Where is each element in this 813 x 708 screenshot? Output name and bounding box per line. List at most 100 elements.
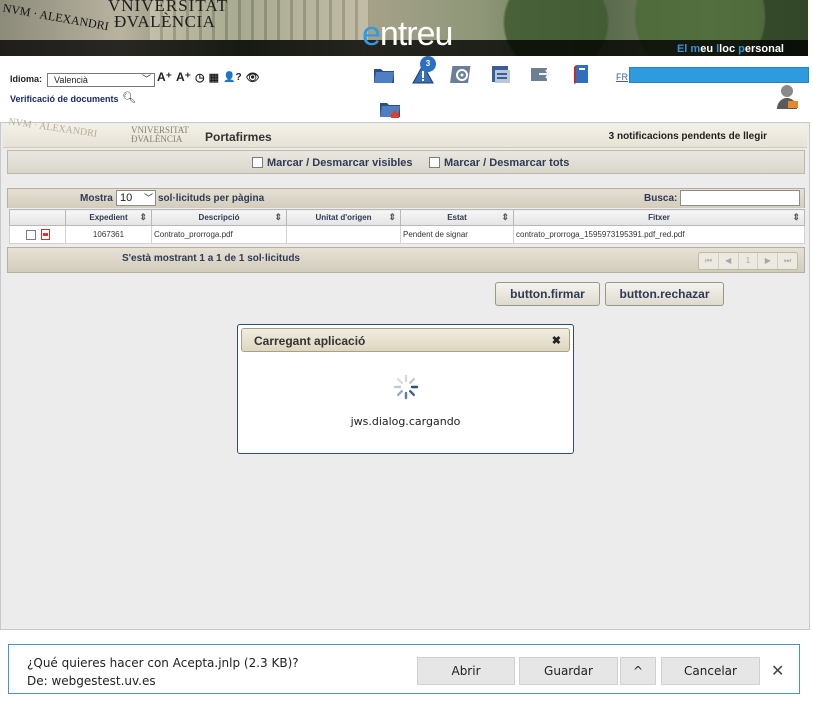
cell-fitxer[interactable]: contrato_prorroga_1595973195391.pdf_red.… <box>513 225 805 244</box>
mark-visible-label[interactable]: Marcar / Desmarcar visibles <box>267 157 413 169</box>
idioma-select[interactable]: Valencià ﹀ <box>47 73 155 87</box>
download-bar: ¿Qué quieres hacer con Acepta.jnlp (2.3 … <box>8 644 800 694</box>
grid-footer: S'està mostrant 1 a 1 de 1 sol·licituds … <box>7 247 805 273</box>
verificacio-link[interactable]: Verificació de documents <box>10 94 119 104</box>
banner-tagline: El meu lloc personal <box>677 43 784 55</box>
cell-estat: Pendent de signar <box>400 225 514 244</box>
download-question: ¿Qué quieres hacer con Acepta.jnlp (2.3 … <box>27 656 299 670</box>
eye-icon[interactable]: 👁 <box>246 71 260 84</box>
col-label: Unitat d'origen <box>315 213 372 222</box>
cancel-button[interactable]: Cancelar <box>661 657 760 685</box>
col-estat[interactable]: Estat ⇕ <box>400 209 514 226</box>
user-icon[interactable] <box>776 84 800 110</box>
user-help-icon[interactable]: 👤? <box>223 72 242 83</box>
table-header-row: Expedient ⇕ Descripció ⇕ Unitat d'origen ⇕ … <box>9 209 805 226</box>
personal-search-field[interactable] <box>629 67 809 83</box>
close-icon[interactable]: ✖ <box>552 334 561 347</box>
table-row[interactable]: 1067361 Contrato_prorroga.pdf Pendent de… <box>9 225 805 244</box>
mark-all-label[interactable]: Marcar / Desmarcar tots <box>444 157 569 169</box>
firmar-button[interactable]: button.firmar <box>495 282 600 306</box>
sort-icon: ⇕ <box>139 212 147 222</box>
save-options-button[interactable]: ^ <box>620 657 656 685</box>
settings-icon[interactable] <box>450 62 474 86</box>
dialog-title: Carregant aplicació <box>254 334 366 348</box>
per-page-value: 10 <box>120 192 133 204</box>
prev-page-icon[interactable]: ◀ <box>719 253 739 269</box>
col-expedient[interactable]: Expedient ⇕ <box>65 209 152 226</box>
calendar-icon[interactable]: ▦ <box>209 71 219 84</box>
mostra-label: Mostra <box>80 193 113 204</box>
uni-line2: ÐVALÈNCIA <box>131 134 183 144</box>
book-icon[interactable] <box>571 62 595 86</box>
requests-table: Expedient ⇕ Descripció ⇕ Unitat d'origen ⇕ … <box>9 209 805 244</box>
first-page-icon[interactable]: ⏮ <box>699 253 719 269</box>
header-controls: Idioma: Valencià ﹀ A⁺ A⁺ ◷ ▦ 👤? 👁 Verific… <box>0 56 813 122</box>
col-label: Estat <box>447 213 467 222</box>
tagline-part: eu <box>700 43 717 55</box>
mark-all-checkbox[interactable] <box>429 157 440 168</box>
col-unitat[interactable]: Unitat d'origen ⇕ <box>286 209 401 226</box>
logo-line2: ÐVALÈNCIA <box>114 12 216 31</box>
folder-icon[interactable] <box>372 62 396 86</box>
search-icon[interactable]: 🔍︎ <box>122 91 136 104</box>
grid-toolbar: Mostra 10 ﹀ sol·licituds per pàgina Busca… <box>7 188 805 208</box>
send-icon[interactable] <box>529 62 553 86</box>
idioma-label: Idioma: <box>10 74 43 84</box>
loading-dialog: Carregant aplicació ✖ jws.dialog.cargand… <box>237 324 574 454</box>
per-page-select[interactable]: 10 ﹀ <box>116 190 156 206</box>
col-label: Descripció <box>198 213 240 222</box>
pager: ⏮ ◀ 1 ▶ ⏭ <box>698 252 798 270</box>
sort-icon: ⇕ <box>501 212 509 222</box>
chevron-up-icon: ^ <box>632 664 644 678</box>
col-select <box>9 209 66 226</box>
chevron-down-icon: ﹀ <box>141 74 151 84</box>
mark-bar: Marcar / Desmarcar visibles Marcar / Des… <box>7 150 805 174</box>
download-source: De: webgestest.uv.es <box>27 674 156 688</box>
col-label: Fitxer <box>648 213 670 222</box>
rechazar-button[interactable]: button.rechazar <box>605 282 724 306</box>
clock-icon[interactable]: ◷ <box>195 71 205 84</box>
pdf-icon[interactable] <box>40 229 50 240</box>
page-number[interactable]: 1 <box>739 253 759 269</box>
dialog-message: jws.dialog.cargando <box>350 415 461 428</box>
cell-expedient: 1067361 <box>65 225 152 244</box>
pagination-info: S'està mostrant 1 a 1 de 1 sol·licituds <box>122 253 300 264</box>
last-page-icon[interactable]: ⏭ <box>778 253 797 269</box>
inbox-icon[interactable] <box>489 62 513 86</box>
font-increase-alt-icon[interactable]: A⁺ <box>176 70 191 84</box>
close-icon[interactable]: ✕ <box>771 661 784 681</box>
idioma-value: Valencià <box>54 75 88 85</box>
entreu-brand[interactable]: entreu <box>362 14 453 54</box>
sort-icon: ⇕ <box>792 212 800 222</box>
font-increase-icon[interactable]: A⁺ <box>157 70 172 84</box>
brand-first-letter: e <box>362 15 381 53</box>
cell-unitat <box>286 225 401 244</box>
page-title: Portafirmes <box>205 130 272 144</box>
search-input[interactable] <box>680 190 800 206</box>
col-fitxer[interactable]: Fitxer ⇕ <box>513 209 805 226</box>
site-banner: NVM · ALEXANDRI VNIVERSITAT ÐVALÈNCIA en… <box>0 0 808 56</box>
per-page-label: sol·licituds per pàgina <box>158 193 265 204</box>
tagline-part: El <box>676 43 691 55</box>
mark-visible-checkbox[interactable] <box>252 157 263 168</box>
folder-home-icon[interactable] <box>378 96 402 120</box>
row-checkbox[interactable] <box>25 229 36 240</box>
cell-descripcio: Contrato_prorroga.pdf <box>151 225 287 244</box>
row-select-cell <box>9 225 66 244</box>
open-button[interactable]: Abrir <box>417 657 515 685</box>
fr-link[interactable]: FR <box>616 72 628 82</box>
notifications-count[interactable]: 3 notificacions pendents de llegir <box>609 131 767 142</box>
tagline-part: m <box>690 43 701 55</box>
sort-icon: ⇕ <box>274 212 282 222</box>
busca-label: Busca: <box>644 193 678 204</box>
portafirmes-header: NVM · ALEXANDRI VNIVERSITAT ÐVALÈNCIA Por… <box>3 116 807 148</box>
dialog-header: Carregant aplicació ✖ <box>241 328 570 352</box>
next-page-icon[interactable]: ▶ <box>758 253 779 269</box>
col-descripcio[interactable]: Descripció ⇕ <box>151 209 287 226</box>
accessibility-tools: A⁺ A⁺ ◷ ▦ 👤? 👁 <box>157 70 260 84</box>
col-label: Expedient <box>89 213 128 222</box>
notification-badge[interactable]: 3 <box>420 56 436 72</box>
brand-rest: ntreu <box>379 15 453 53</box>
chevron-down-icon: ﹀ <box>143 193 153 203</box>
save-button[interactable]: Guardar <box>519 657 618 685</box>
